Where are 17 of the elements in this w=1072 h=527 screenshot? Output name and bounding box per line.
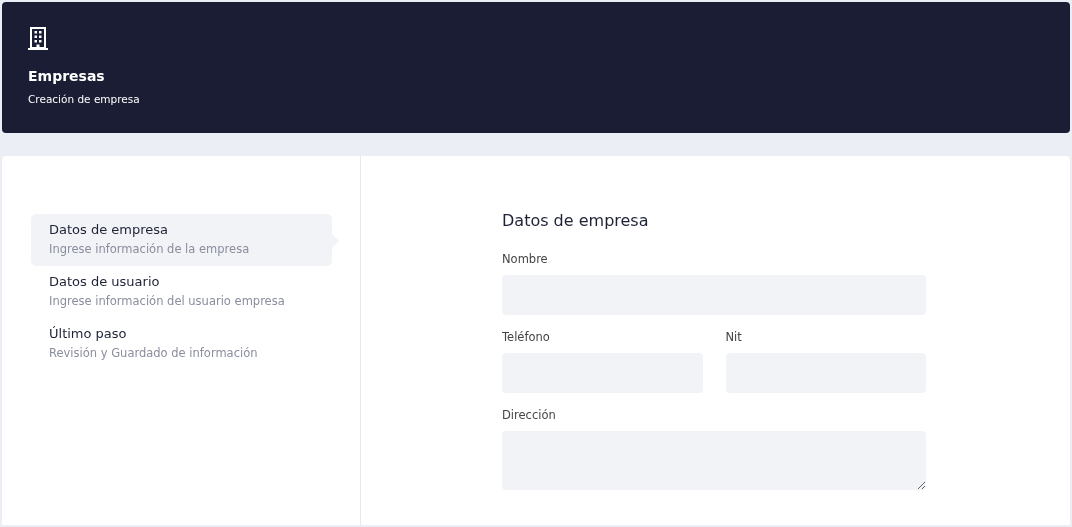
step-title: Datos de empresa xyxy=(49,222,170,237)
step-title: Datos de usuario xyxy=(49,274,161,289)
step-item[interactable]: Datos de usuario Ingrese información del usuario empresa xyxy=(31,266,332,318)
form-title: Datos de empresa xyxy=(502,211,650,230)
field-label: Nit xyxy=(725,330,743,344)
input-field[interactable] xyxy=(502,431,926,490)
field-label: Teléfono xyxy=(502,330,551,344)
building-icon xyxy=(28,26,48,50)
step-description: Revisión y Guardado de información xyxy=(49,346,259,360)
field-label: Dirección xyxy=(502,408,557,422)
step-description: Ingrese información de la empresa xyxy=(49,242,251,256)
field-label: Nombre xyxy=(502,252,549,266)
page-subtitle: Creación de empresa xyxy=(28,93,140,105)
step-description: Ingrese información del usuario empresa xyxy=(49,294,286,308)
step-title: Último paso xyxy=(49,326,128,341)
step-item[interactable]: Último paso Revisión y Guardado de información xyxy=(31,318,332,370)
page-title: Empresas xyxy=(28,68,105,84)
